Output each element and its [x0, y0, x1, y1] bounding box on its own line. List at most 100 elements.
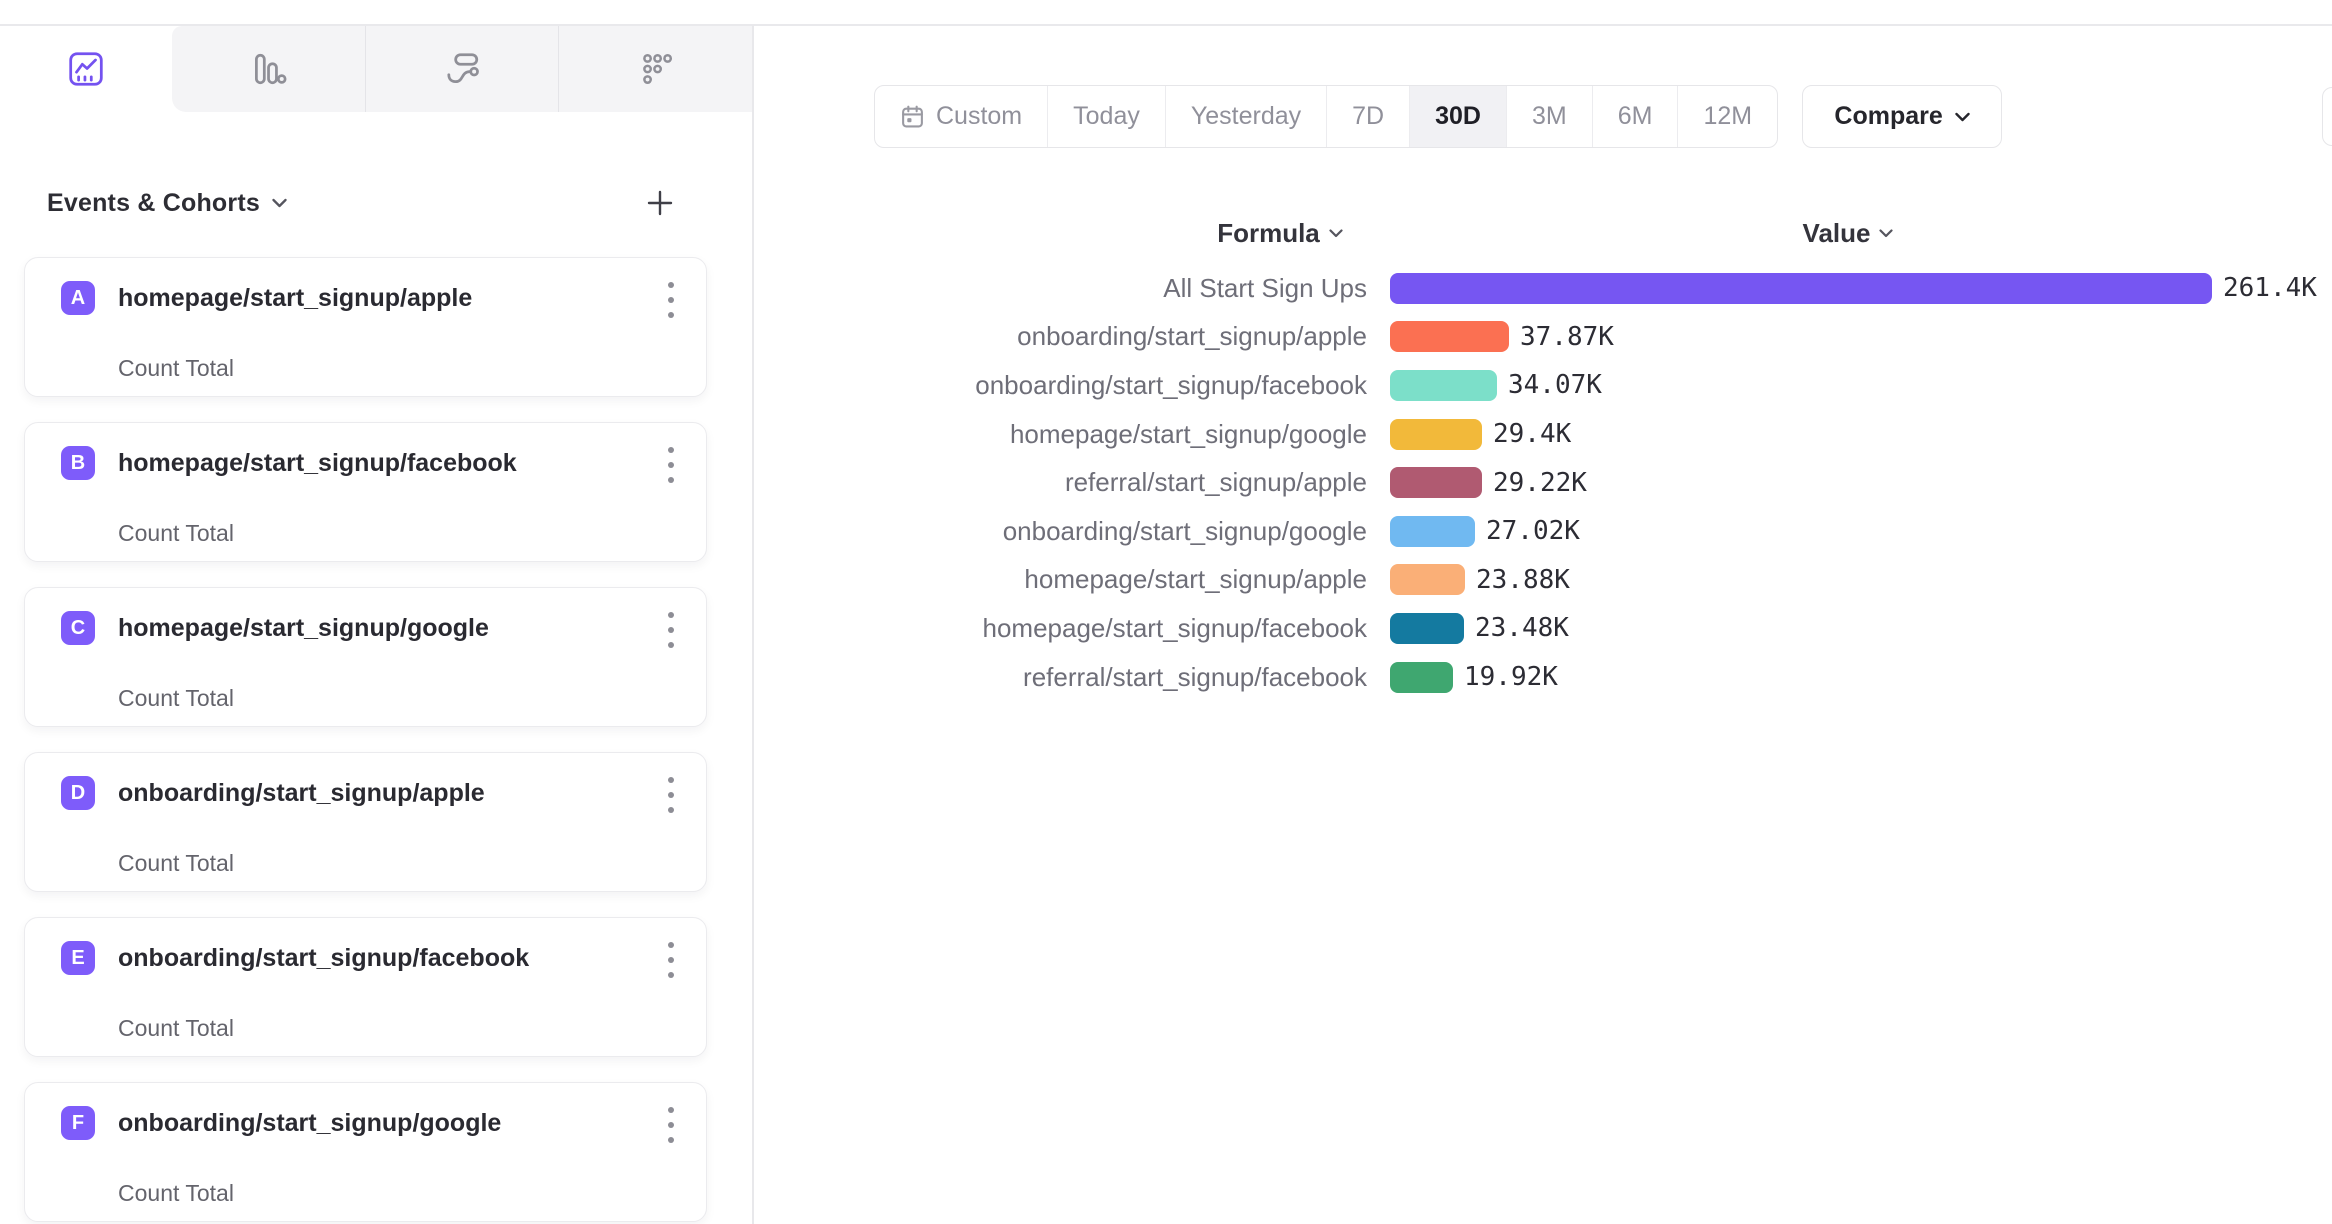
date-range-today[interactable]: Today — [1047, 86, 1165, 147]
event-name[interactable]: homepage/start_signup/google — [118, 614, 489, 643]
event-letter-badge: B — [61, 446, 95, 480]
date-range-control: Custom Today Yesterday 7D 30D 3M 6M 12M — [874, 85, 1778, 148]
add-event-button[interactable] — [643, 186, 677, 220]
event-card[interactable]: C homepage/start_signup/google Count Tot… — [24, 587, 707, 727]
kebab-menu-icon[interactable] — [666, 777, 676, 813]
row-bar[interactable] — [1390, 419, 1482, 450]
date-range-yesterday[interactable]: Yesterday — [1165, 86, 1326, 147]
chevron-down-icon — [1879, 229, 1893, 238]
kebab-menu-icon[interactable] — [666, 282, 676, 318]
chevron-down-icon — [1955, 112, 1970, 122]
row-value: 29.4K — [1493, 419, 1571, 449]
date-range-7d[interactable]: 7D — [1326, 86, 1409, 147]
event-card[interactable]: B homepage/start_signup/facebook Count T… — [24, 422, 707, 562]
row-label: referral/start_signup/facebook — [770, 662, 1367, 693]
date-range-3m[interactable]: 3M — [1506, 86, 1592, 147]
bar-chart-row: homepage/start_signup/google 29.4K — [770, 410, 2330, 459]
event-letter-badge: C — [61, 611, 95, 645]
event-letter-badge: D — [61, 776, 95, 810]
events-cohorts-title[interactable]: Events & Cohorts — [47, 189, 260, 218]
event-card[interactable]: A homepage/start_signup/apple Count Tota… — [24, 257, 707, 397]
date-range-6m[interactable]: 6M — [1592, 86, 1678, 147]
row-label: All Start Sign Ups — [770, 273, 1367, 304]
insights-line-chart-icon — [67, 50, 105, 88]
row-label: homepage/start_signup/apple — [770, 564, 1367, 595]
row-bar[interactable] — [1390, 370, 1497, 401]
tab-group — [172, 26, 752, 112]
date-range-30d[interactable]: 30D — [1409, 86, 1506, 147]
row-value: 27.02K — [1486, 516, 1580, 546]
date-range-custom[interactable]: Custom — [875, 86, 1047, 147]
date-toolbar: Custom Today Yesterday 7D 30D 3M 6M 12M … — [874, 85, 2002, 148]
row-value: 37.87K — [1520, 322, 1614, 352]
kebab-menu-icon[interactable] — [666, 447, 676, 483]
bar-chart-row: onboarding/start_signup/google 27.02K — [770, 507, 2330, 556]
calendar-icon — [900, 104, 925, 129]
bar-chart-row: homepage/start_signup/apple 23.88K — [770, 556, 2330, 605]
tab-flows[interactable] — [365, 26, 559, 112]
sidebar-panel-border — [752, 25, 754, 1224]
event-name[interactable]: onboarding/start_signup/apple — [118, 779, 485, 808]
value-header-label: Value — [1803, 218, 1871, 249]
event-name[interactable]: homepage/start_signup/facebook — [118, 449, 517, 478]
event-name[interactable]: onboarding/start_signup/facebook — [118, 944, 529, 973]
events-cohorts-header: Events & Cohorts — [47, 186, 677, 220]
kebab-menu-icon[interactable] — [666, 942, 676, 978]
row-bar[interactable] — [1390, 273, 2212, 304]
date-range-label: Custom — [936, 102, 1022, 131]
bar-chart-row: referral/start_signup/facebook 19.92K — [770, 653, 2330, 702]
bar-chart-row: homepage/start_signup/facebook 23.48K — [770, 604, 2330, 653]
event-letter-badge: F — [61, 1106, 95, 1140]
date-range-12m[interactable]: 12M — [1677, 86, 1777, 147]
event-name[interactable]: homepage/start_signup/apple — [118, 284, 472, 313]
row-value: 261.4K — [2223, 273, 2317, 303]
event-metric[interactable]: Count Total — [118, 685, 234, 712]
bar-chart-row: All Start Sign Ups 261.4K — [770, 264, 2330, 313]
event-card[interactable]: D onboarding/start_signup/apple Count To… — [24, 752, 707, 892]
event-letter-badge: A — [61, 281, 95, 315]
formula-column-header[interactable]: Formula — [1160, 216, 1400, 250]
value-column-header[interactable]: Value — [1728, 216, 1968, 250]
row-bar[interactable] — [1390, 516, 1475, 547]
cut-off-edge-button[interactable] — [2322, 87, 2332, 146]
event-name[interactable]: onboarding/start_signup/google — [118, 1109, 501, 1138]
row-bar[interactable] — [1390, 613, 1464, 644]
event-card-list: A homepage/start_signup/apple Count Tota… — [24, 257, 707, 1222]
row-value: 23.88K — [1476, 565, 1570, 595]
date-range-label: 12M — [1703, 102, 1752, 131]
row-bar[interactable] — [1390, 564, 1465, 595]
date-range-label: Yesterday — [1191, 102, 1301, 131]
row-value: 23.48K — [1475, 613, 1569, 643]
event-metric[interactable]: Count Total — [118, 1180, 234, 1207]
bar-chart-row: onboarding/start_signup/apple 37.87K — [770, 313, 2330, 362]
compare-button[interactable]: Compare — [1802, 85, 2002, 148]
event-metric[interactable]: Count Total — [118, 520, 234, 547]
row-label: onboarding/start_signup/google — [770, 516, 1367, 547]
date-range-label: 3M — [1532, 102, 1567, 131]
row-label: homepage/start_signup/facebook — [770, 613, 1367, 644]
event-metric[interactable]: Count Total — [118, 1015, 234, 1042]
kebab-menu-icon[interactable] — [666, 1107, 676, 1143]
event-metric[interactable]: Count Total — [118, 850, 234, 877]
row-label: onboarding/start_signup/apple — [770, 321, 1367, 352]
event-metric[interactable]: Count Total — [118, 355, 234, 382]
bar-chart-rows: All Start Sign Ups 261.4K onboarding/sta… — [770, 264, 2330, 701]
flows-curve-icon — [443, 50, 481, 88]
event-card[interactable]: E onboarding/start_signup/facebook Count… — [24, 917, 707, 1057]
formula-header-label: Formula — [1217, 218, 1320, 249]
kebab-menu-icon[interactable] — [666, 612, 676, 648]
date-range-label: 7D — [1352, 102, 1384, 131]
tab-funnels[interactable] — [172, 26, 365, 112]
retention-dots-icon — [637, 50, 675, 88]
row-bar[interactable] — [1390, 662, 1453, 693]
row-bar[interactable] — [1390, 321, 1509, 352]
tab-insights[interactable] — [0, 26, 172, 112]
row-value: 34.07K — [1508, 370, 1602, 400]
chevron-down-icon — [272, 198, 287, 208]
tab-retention[interactable] — [558, 26, 752, 112]
row-label: referral/start_signup/apple — [770, 467, 1367, 498]
compare-label: Compare — [1834, 102, 1942, 131]
row-label: onboarding/start_signup/facebook — [770, 370, 1367, 401]
event-card[interactable]: F onboarding/start_signup/google Count T… — [24, 1082, 707, 1222]
row-bar[interactable] — [1390, 467, 1482, 498]
